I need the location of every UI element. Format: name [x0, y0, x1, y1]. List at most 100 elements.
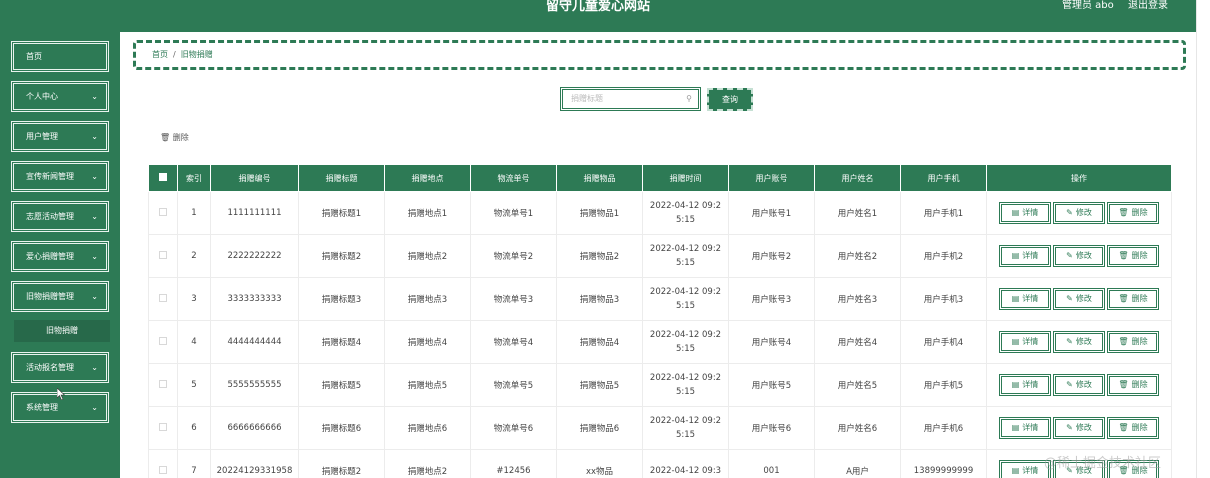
cell-logistics-no: 物流单号6: [470, 406, 557, 450]
table-row: 7 20224129331958 捐赠标题2 捐赠地点2 #12456 xx物品 2022-…: [148, 449, 1172, 478]
column-header: 操作: [986, 164, 1172, 192]
detail-button[interactable]: ▤ 详情: [999, 417, 1051, 439]
detail-label: 详情: [1022, 208, 1039, 217]
edit-button[interactable]: ✎ 修改: [1053, 374, 1105, 396]
breadcrumb-home[interactable]: 首页: [152, 50, 168, 59]
sidebar-item-volunteer-management[interactable]: 志愿活动管理 ⌄: [11, 201, 109, 232]
detail-label: 详情: [1022, 466, 1039, 475]
sidebar-item-used-goods-management[interactable]: 旧物捐赠管理 ⌄: [11, 281, 109, 312]
table-row: 6 6666666666 捐赠标题6 捐赠地点6 物流单号6 捐赠物品6 2022-04-1…: [148, 406, 1172, 450]
trash-icon: 🗑: [160, 133, 171, 142]
cell-time-line2: 5:15: [675, 258, 696, 268]
delete-button[interactable]: 🗑 删除: [1107, 202, 1159, 224]
cell-logistics-no: 物流单号2: [470, 234, 557, 278]
cell-name: 用户姓名4: [814, 320, 901, 364]
cell-donation-no: 5555555555: [210, 363, 299, 407]
delete-button[interactable]: 🗑 删除: [1107, 417, 1159, 439]
row-checkbox[interactable]: [148, 406, 178, 450]
cell-actions: ▤ 详情 ✎ 修改 🗑 删除: [986, 363, 1172, 407]
chevron-down-icon: ⌄: [91, 132, 98, 141]
table-header-row: 索引 捐赠编号 捐赠标题 捐赠地点 物流单号 捐赠物品 捐赠时间 用户账号 用户…: [148, 164, 1172, 192]
top-bar: 留守儿童爱心网站 管理员 abo 退出登录: [0, 0, 1196, 32]
detail-button[interactable]: ▤ 详情: [999, 288, 1051, 310]
select-all-checkbox[interactable]: [148, 164, 178, 192]
cell-time: 2022-04-12 09:2 5:15: [642, 320, 729, 364]
detail-button[interactable]: ▤ 详情: [999, 374, 1051, 396]
row-checkbox[interactable]: [148, 320, 178, 364]
search-input[interactable]: 捐赠标题 ⚲: [560, 87, 701, 111]
chevron-down-icon: ⌄: [91, 92, 98, 101]
cell-place: 捐赠地点6: [384, 406, 471, 450]
cell-item: 捐赠物品6: [556, 406, 643, 450]
sidebar-item-label: 首页: [26, 52, 42, 61]
cell-logistics-no: #12456: [470, 449, 557, 478]
column-header: 用户账号: [728, 164, 815, 192]
detail-button[interactable]: ▤ 详情: [999, 245, 1051, 267]
cell-time: 2022-04-12 09:2 5:15: [642, 191, 729, 235]
cell-actions: ▤ 详情 ✎ 修改 🗑 删除: [986, 320, 1172, 364]
cell-account: 用户账号2: [728, 234, 815, 278]
cell-time: 2022-04-12 09:2 5:15: [642, 234, 729, 278]
table-row: 1 1111111111 捐赠标题1 捐赠地点1 物流单号1 捐赠物品1 2022-04-1…: [148, 191, 1172, 235]
cell-account: 001: [728, 449, 815, 478]
sidebar-item-activity-signup-management[interactable]: 活动报名管理 ⌄: [11, 352, 109, 383]
document-icon: ▤: [1011, 337, 1020, 346]
delete-button[interactable]: 🗑 删除: [1107, 245, 1159, 267]
table-row: 3 3333333333 捐赠标题3 捐赠地点3 物流单号3 捐赠物品3 2022-04-1…: [148, 277, 1172, 321]
row-checkbox[interactable]: [148, 449, 178, 478]
search-button[interactable]: 查询: [707, 88, 753, 111]
edit-button[interactable]: ✎ 修改: [1053, 202, 1105, 224]
sidebar-item-donation-management[interactable]: 爱心捐赠管理 ⌄: [11, 241, 109, 272]
mouse-pointer-icon: [57, 388, 65, 400]
breadcrumb-separator: /: [173, 50, 176, 59]
detail-button[interactable]: ▤ 详情: [999, 202, 1051, 224]
cell-donation-no: 4444444444: [210, 320, 299, 364]
detail-label: 详情: [1022, 251, 1039, 260]
batch-delete-button[interactable]: 🗑 删除: [160, 132, 189, 143]
cell-name: A用户: [814, 449, 901, 478]
edit-label: 修改: [1075, 423, 1092, 432]
row-checkbox[interactable]: [148, 191, 178, 235]
cell-time-line2: 5:15: [675, 344, 696, 354]
pencil-icon: ✎: [1066, 251, 1073, 260]
sidebar-item-label: 个人中心: [26, 92, 58, 101]
delete-label: 删除: [1131, 423, 1148, 432]
cell-title: 捐赠标题5: [298, 363, 385, 407]
cell-time: 2022-04-12 09:2 5:15: [642, 277, 729, 321]
edit-button[interactable]: ✎ 修改: [1053, 331, 1105, 353]
delete-label: 删除: [1131, 208, 1148, 217]
edit-button[interactable]: ✎ 修改: [1053, 288, 1105, 310]
row-checkbox[interactable]: [148, 363, 178, 407]
row-checkbox[interactable]: [148, 277, 178, 321]
chevron-down-icon: ⌄: [91, 363, 98, 372]
cell-time: 2022-04-12 09:2 5:15: [642, 363, 729, 407]
delete-button[interactable]: 🗑 删除: [1107, 374, 1159, 396]
sidebar-subitem-used-goods[interactable]: 旧物捐赠: [14, 320, 110, 342]
sidebar-item-label: 系统管理: [26, 403, 58, 412]
table-row: 5 5555555555 捐赠标题5 捐赠地点5 物流单号5 捐赠物品5 2022-04-1…: [148, 363, 1172, 407]
cell-item: xx物品: [556, 449, 643, 478]
sidebar-item-user-management[interactable]: 用户管理 ⌄: [11, 121, 109, 152]
sidebar-item-label: 宣传新闻管理: [26, 172, 74, 181]
column-header: 捐赠编号: [210, 164, 299, 192]
delete-button[interactable]: 🗑 删除: [1107, 288, 1159, 310]
cell-index: 6: [177, 406, 211, 450]
detail-button[interactable]: ▤ 详情: [999, 331, 1051, 353]
cell-time-line2: 5:15: [675, 387, 696, 397]
edit-button[interactable]: ✎ 修改: [1053, 417, 1105, 439]
cell-donation-no: 3333333333: [210, 277, 299, 321]
sidebar-item-news-management[interactable]: 宣传新闻管理 ⌄: [11, 161, 109, 192]
site-title: 留守儿童爱心网站: [545, 0, 650, 14]
pencil-icon: ✎: [1066, 208, 1073, 217]
cell-actions: ▤ 详情 ✎ 修改 🗑 删除: [986, 191, 1172, 235]
sidebar-item-personal-center[interactable]: 个人中心 ⌄: [11, 81, 109, 112]
cell-time-line2: 5:15: [675, 215, 696, 225]
window-scrollbar[interactable]: [1196, 0, 1210, 478]
sidebar: 首页 个人中心 ⌄ 用户管理 ⌄ 宣传新闻管理 ⌄ 志愿活动管理 ⌄ 爱心捐赠管理 ⌄ 旧…: [0, 32, 120, 478]
row-checkbox[interactable]: [148, 234, 178, 278]
cell-item: 捐赠物品1: [556, 191, 643, 235]
delete-button[interactable]: 🗑 删除: [1107, 331, 1159, 353]
edit-button[interactable]: ✎ 修改: [1053, 245, 1105, 267]
sidebar-item-home[interactable]: 首页: [11, 41, 109, 72]
logout-link[interactable]: 退出登录: [1128, 0, 1168, 12]
